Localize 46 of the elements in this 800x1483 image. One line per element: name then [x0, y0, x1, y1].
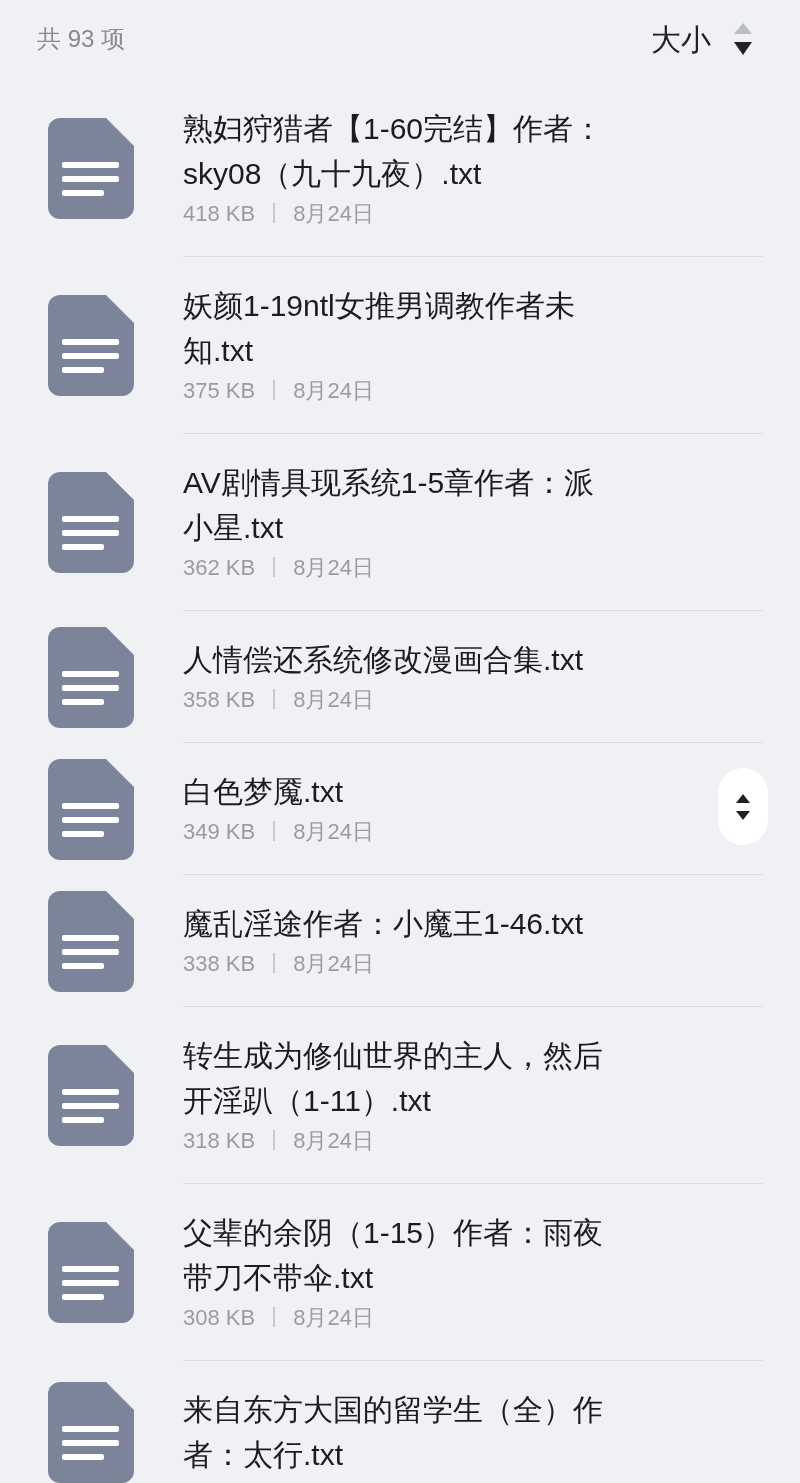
file-date: 8月24日 [293, 949, 374, 978]
document-icon [48, 890, 134, 992]
file-size: 375 KB [183, 376, 256, 405]
file-name: 来自东方大国的留学生（全）作 者：太行.txt [183, 1392, 603, 1473]
document-icon [48, 472, 134, 573]
file-row[interactable]: 魔乱淫途作者：小魔王1-46.txt 338 KB 8月24日 [0, 875, 800, 1007]
file-date: 8月24日 [293, 1303, 374, 1332]
document-icon [48, 1381, 134, 1483]
file-row[interactable]: 转生成为修仙世界的主人，然后 开淫趴（1-11）.txt 318 KB 8月24日 [0, 1007, 800, 1184]
document-icon [48, 626, 134, 728]
document-icon [48, 295, 134, 396]
file-date: 8月24日 [293, 817, 374, 846]
file-row[interactable]: 父辈的余阴（1-15）作者：雨夜 带刀不带伞.txt 308 KB 8月24日 [0, 1184, 800, 1361]
file-name: 魔乱淫途作者：小魔王1-46.txt [183, 906, 584, 942]
file-size: 362 KB [183, 553, 256, 582]
file-date: 8月24日 [293, 685, 374, 714]
sort-button[interactable]: 大小 [651, 16, 753, 62]
file-name: 人情偿还系统修改漫画合集.txt [183, 642, 583, 678]
file-name: 妖颜1-19ntl女推男调教作者未 知.txt [183, 288, 575, 369]
file-size: 308 KB [183, 1303, 256, 1332]
up-down-icon [735, 793, 751, 820]
document-icon [48, 1045, 134, 1146]
document-icon [48, 1222, 134, 1323]
file-date: 8月24日 [293, 553, 374, 582]
document-icon [48, 118, 134, 219]
file-name: 转生成为修仙世界的主人，然后 开淫趴（1-11）.txt [183, 1038, 603, 1119]
file-row[interactable]: 人情偿还系统修改漫画合集.txt 358 KB 8月24日 [0, 611, 800, 743]
file-date: 8月24日 [293, 376, 374, 405]
file-date: 8月24日 [293, 199, 374, 228]
file-size: 418 KB [183, 199, 256, 228]
file-name: 熟妇狩猎者【1-60完结】作者： sky08（九十九夜）.txt [183, 111, 604, 192]
file-size: 318 KB [183, 1126, 256, 1155]
file-name: 白色梦魇.txt [183, 774, 343, 810]
file-size: 349 KB [183, 817, 256, 846]
file-size: 358 KB [183, 685, 256, 714]
scroll-handle[interactable] [718, 768, 768, 845]
file-name: AV剧情具现系统1-5章作者：派 小星.txt [183, 465, 595, 546]
file-name: 父辈的余阴（1-15）作者：雨夜 带刀不带伞.txt [183, 1215, 604, 1296]
file-row[interactable]: 熟妇狩猎者【1-60完结】作者： sky08（九十九夜）.txt 418 KB 8月24日 [0, 80, 800, 257]
file-row[interactable]: 来自东方大国的留学生（全）作 者：太行.txt [0, 1361, 800, 1483]
item-count: 共 93 项 [37, 24, 126, 54]
file-date: 8月24日 [293, 1126, 374, 1155]
file-row[interactable]: AV剧情具现系统1-5章作者：派 小星.txt 362 KB 8月24日 [0, 434, 800, 611]
file-size: 338 KB [183, 949, 256, 978]
document-icon [48, 758, 134, 860]
file-row[interactable]: 妖颜1-19ntl女推男调教作者未 知.txt 375 KB 8月24日 [0, 257, 800, 434]
